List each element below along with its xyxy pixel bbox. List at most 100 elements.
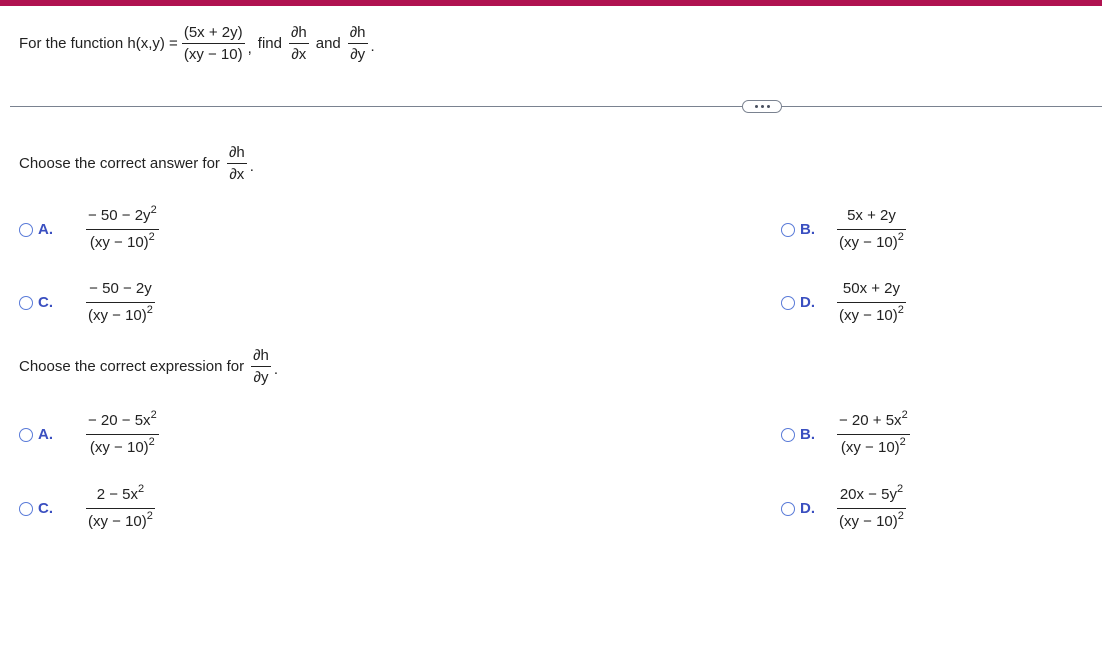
function-fraction: (5x + 2y) (xy − 10) [181, 24, 245, 63]
and-label: and [315, 35, 341, 52]
numerator-text: 20x − 5y [839, 486, 897, 503]
option-letter: C. [38, 294, 53, 311]
part2-partial-numerator: ∂h [253, 347, 269, 364]
numerator-exponent: 2 [901, 409, 908, 421]
period: . [370, 38, 375, 55]
partial-y-numerator: ∂h [349, 24, 366, 41]
option-letter: A. [38, 221, 53, 238]
numerator-exponent: 2 [150, 409, 157, 421]
denominator-exponent: 2 [899, 436, 906, 448]
denominator-text: (xy − 10) [89, 439, 149, 456]
part2-option-c[interactable]: C. 2 − 5x2 (xy − 10)2 [19, 483, 158, 532]
part2-partial-denominator: ∂y [251, 366, 271, 386]
partial-x-numerator: ∂h [290, 24, 307, 41]
option-fraction: 2 − 5x2 (xy − 10)2 [86, 483, 155, 532]
denominator-exponent: 2 [146, 304, 153, 316]
option-fraction: − 20 − 5x2 (xy − 10)2 [86, 409, 159, 458]
part2-prompt: Choose the correct expression for ∂h ∂y … [19, 347, 278, 386]
part1-option-b[interactable]: B. 5x + 2y (xy − 10)2 [781, 206, 909, 253]
numerator-text: 2 − 5x [96, 486, 139, 503]
option-letter: B. [800, 221, 815, 238]
radio-button[interactable] [19, 427, 33, 442]
denominator-exponent: 2 [897, 231, 904, 243]
radio-button[interactable] [781, 222, 795, 237]
function-numerator: (5x + 2y) [183, 24, 243, 41]
period: . [249, 158, 254, 175]
part2-option-a[interactable]: A. − 20 − 5x2 (xy − 10)2 [19, 409, 162, 458]
option-numerator: − 20 + 5x2 [837, 409, 910, 434]
option-denominator: (xy − 10)2 [837, 229, 906, 253]
denominator-exponent: 2 [897, 510, 904, 522]
numerator-exponent: 2 [150, 204, 157, 216]
part1-option-a[interactable]: A. − 50 − 2y2 (xy − 10)2 [19, 204, 162, 253]
partial-y-denominator: ∂y [347, 43, 368, 63]
denominator-exponent: 2 [146, 510, 153, 522]
option-numerator: − 20 − 5x2 [86, 409, 159, 434]
radio-button[interactable] [781, 427, 795, 442]
comma: , [247, 40, 252, 57]
option-denominator: (xy − 10)2 [837, 508, 906, 532]
part2-prompt-text: Choose the correct expression for [19, 358, 245, 375]
option-fraction: 20x − 5y2 (xy − 10)2 [837, 483, 906, 532]
option-letter: B. [800, 426, 815, 443]
option-fraction: 50x + 2y (xy − 10)2 [837, 279, 906, 326]
option-letter: D. [800, 294, 815, 311]
option-denominator: (xy − 10)2 [86, 302, 155, 326]
option-letter: A. [38, 426, 53, 443]
function-denominator: (xy − 10) [181, 43, 245, 63]
question-prefix: For the function h(x,y) = [19, 35, 178, 52]
denominator-text: (xy − 10) [839, 234, 898, 251]
radio-button[interactable] [781, 501, 795, 516]
denominator-exponent: 2 [148, 231, 155, 243]
option-numerator: − 50 − 2y2 [86, 204, 159, 229]
part1-option-c[interactable]: C. − 50 − 2y (xy − 10)2 [19, 279, 158, 326]
option-fraction: − 50 − 2y (xy − 10)2 [86, 279, 155, 326]
option-fraction: 5x + 2y (xy − 10)2 [837, 206, 906, 253]
option-denominator: (xy − 10)2 [86, 434, 159, 458]
denominator-text: (xy − 10) [839, 307, 898, 324]
part1-partial-fraction: ∂h ∂x [226, 144, 247, 183]
partial-x-fraction: ∂h ∂x [288, 24, 309, 63]
option-letter: C. [38, 500, 53, 517]
denominator-text: (xy − 10) [89, 234, 149, 251]
numerator-exponent: 2 [896, 483, 904, 495]
option-denominator: (xy − 10)2 [837, 434, 910, 458]
option-numerator: 20x − 5y2 [837, 483, 906, 508]
ellipsis-icon [754, 105, 758, 108]
radio-button[interactable] [781, 295, 795, 310]
denominator-text: (xy − 10) [88, 307, 147, 324]
numerator-text: 50x + 2y [842, 280, 901, 297]
numerator-text: − 50 − 2y [88, 207, 151, 224]
radio-button[interactable] [19, 501, 33, 516]
denominator-text: (xy − 10) [840, 439, 900, 456]
part2-option-d[interactable]: D. 20x − 5y2 (xy − 10)2 [781, 483, 909, 532]
option-denominator: (xy − 10)2 [86, 508, 155, 532]
find-label: find [257, 35, 282, 52]
numerator-text: 5x + 2y [847, 207, 896, 224]
denominator-exponent: 2 [148, 436, 155, 448]
option-numerator: − 50 − 2y [86, 279, 155, 302]
option-denominator: (xy − 10)2 [837, 302, 906, 326]
part2-partial-fraction: ∂h ∂y [251, 347, 271, 386]
part1-option-d[interactable]: D. 50x + 2y (xy − 10)2 [781, 279, 909, 326]
option-fraction: − 50 − 2y2 (xy − 10)2 [86, 204, 159, 253]
top-accent-bar [0, 0, 1102, 6]
part2-option-b[interactable]: B. − 20 + 5x2 (xy − 10)2 [781, 409, 913, 458]
numerator-text: − 20 − 5x [88, 412, 151, 429]
option-numerator: 5x + 2y [837, 206, 906, 229]
numerator-text: − 20 + 5x [839, 412, 902, 429]
section-divider [10, 106, 1102, 107]
partial-x-denominator: ∂x [288, 43, 309, 63]
radio-button[interactable] [19, 295, 33, 310]
denominator-text: (xy − 10) [839, 513, 898, 530]
ellipsis-icon-dot [760, 105, 764, 108]
radio-button[interactable] [19, 222, 33, 237]
numerator-text: − 50 − 2y [89, 280, 152, 297]
question-statement: For the function h(x,y) = (5x + 2y) (xy … [19, 24, 375, 63]
partial-y-fraction: ∂h ∂y [347, 24, 368, 63]
more-button[interactable] [742, 100, 782, 113]
option-numerator: 50x + 2y [837, 279, 906, 302]
numerator-exponent: 2 [138, 483, 145, 495]
ellipsis-icon-dot [766, 105, 770, 108]
denominator-exponent: 2 [897, 304, 904, 316]
